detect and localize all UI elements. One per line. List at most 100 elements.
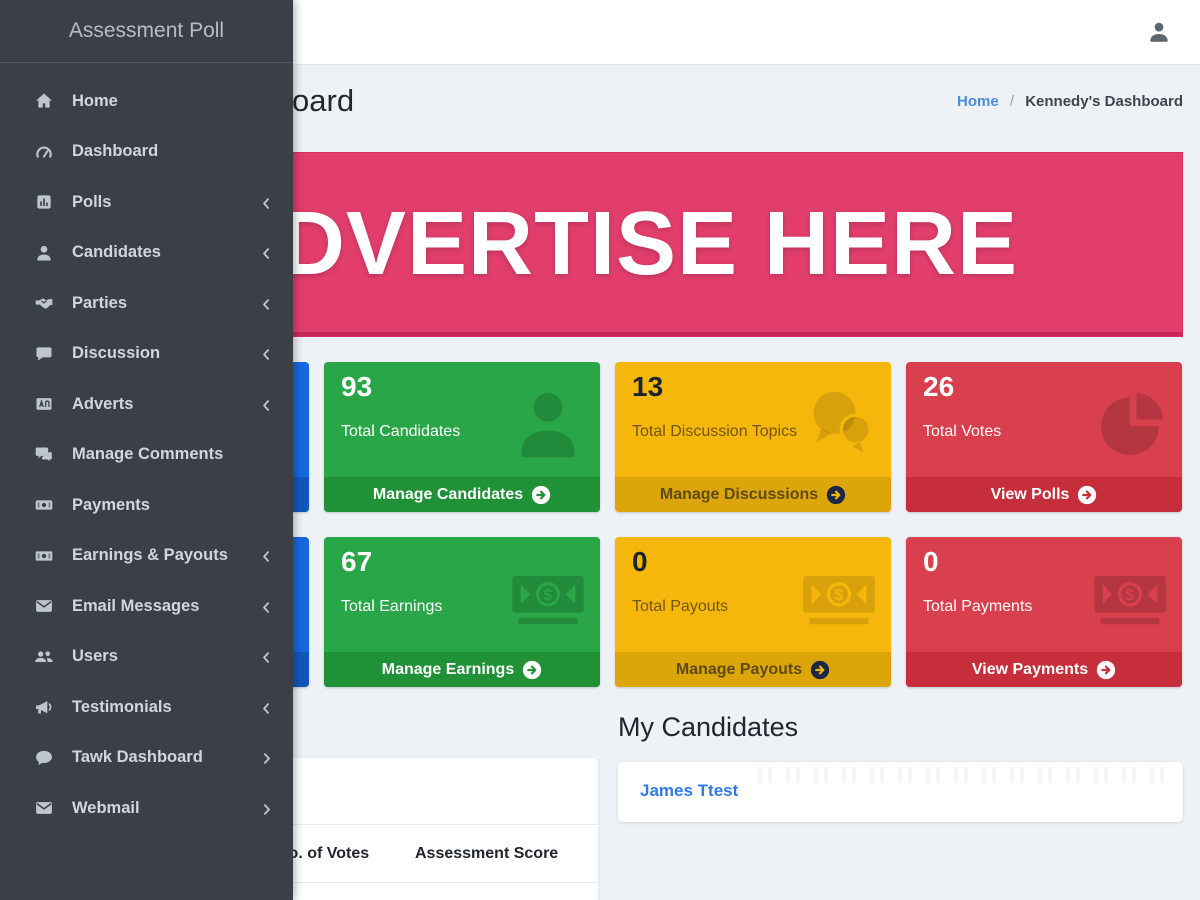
sidebar-item-label: Adverts (72, 394, 134, 413)
comments-icon (34, 445, 58, 465)
user-icon (34, 243, 58, 263)
sidebar-item-label: Parties (72, 293, 128, 312)
sidebar-item-label: Testimonials (72, 697, 172, 716)
sidebar-item-webmail[interactable]: Webmail (0, 783, 293, 834)
sidebar-menu: Home Dashboard Polls Candidates Parties … (0, 63, 293, 834)
chevron-left-icon (260, 347, 273, 361)
stat-card-total-payments[interactable]: 0 Total Payments $ View Payments (906, 537, 1182, 687)
stat-value: 0 (632, 546, 648, 577)
stat-action-label: Manage Discussions (659, 485, 819, 503)
envelope-icon (34, 798, 58, 818)
advert-banner-text: ADVERTISE HERE (213, 194, 1019, 294)
brand-link[interactable]: Assessment Poll (0, 0, 293, 63)
chevron-left-icon (260, 701, 273, 714)
sidebar-item-label: Payments (72, 495, 150, 514)
sidebar-item-dashboard[interactable]: Dashboard (0, 127, 293, 178)
dashed-decoration (758, 767, 1171, 783)
stat-card-total-votes[interactable]: 26 Total Votes View Polls (906, 362, 1182, 512)
stat-value: 26 (923, 371, 955, 402)
stat-card-total-candidates[interactable]: 93 Total Candidates Manage Candidates (324, 362, 600, 512)
stat-label: Total Candidates (341, 423, 461, 440)
breadcrumb: Home / Kennedy's Dashboard (957, 93, 1183, 110)
stat-action-label: View Polls (990, 485, 1070, 503)
sidebar: Assessment Poll Home Dashboard Polls Can… (0, 0, 293, 900)
sidebar-item-payments[interactable]: Payments (0, 480, 293, 531)
view-polls-link[interactable]: View Polls (906, 477, 1182, 512)
money-icon: $ (1094, 575, 1166, 625)
home-icon (34, 91, 58, 111)
sidebar-item-discussion[interactable]: Discussion (0, 329, 293, 380)
arrow-circle-right-icon (523, 660, 542, 679)
sidebar-item-label: Polls (72, 192, 112, 211)
sidebar-item-earnings-payouts[interactable]: Earnings & Payouts (0, 531, 293, 582)
my-candidates-card: James Ttest (618, 762, 1183, 822)
my-candidates-title: My Candidates (618, 712, 799, 742)
manage-payouts-link[interactable]: Manage Payouts (615, 652, 891, 687)
handshake-icon (34, 293, 58, 313)
sidebar-item-home[interactable]: Home (0, 76, 293, 127)
envelope-icon (34, 596, 58, 616)
person-icon (521, 392, 575, 458)
sidebar-item-label: Email Messages (72, 596, 200, 615)
arrow-circle-right-icon (1096, 660, 1116, 679)
svg-text:$: $ (834, 587, 843, 604)
sidebar-item-label: Manage Comments (72, 445, 224, 464)
sidebar-item-label: Home (72, 91, 118, 110)
sidebar-item-label: Webmail (72, 798, 140, 817)
poll-icon (34, 192, 58, 212)
sidebar-item-label: Earnings & Payouts (72, 546, 228, 565)
users-icon (34, 647, 58, 667)
stat-action-label: Manage Earnings (381, 660, 515, 678)
chevron-left-icon (260, 600, 273, 613)
manage-earnings-link[interactable]: Manage Earnings (324, 652, 600, 687)
stat-label: Total Discussion Topics (632, 423, 798, 440)
comment-icon (34, 344, 58, 364)
chat-icon (813, 391, 872, 453)
stat-action-label: Manage Candidates (372, 485, 524, 503)
stat-value: 13 (632, 371, 664, 402)
sidebar-item-adverts[interactable]: Adverts (0, 379, 293, 430)
arrow-circle-right-icon (826, 485, 846, 504)
manage-discussions-link[interactable]: Manage Discussions (615, 477, 891, 512)
chevron-right-icon (260, 802, 273, 815)
sidebar-item-manage-comments[interactable]: Manage Comments (0, 430, 293, 481)
stat-card-total-earnings[interactable]: 67 Total Earnings $ Manage Earnings (324, 537, 600, 687)
money-icon: $ (803, 575, 875, 625)
view-payments-link[interactable]: View Payments (906, 652, 1182, 687)
arrow-circle-right-icon (810, 660, 830, 679)
sidebar-item-label: Dashboard (72, 142, 159, 161)
stat-card-total-payouts[interactable]: 0 Total Payouts $ Manage Payouts (615, 537, 891, 687)
sidebar-item-label: Users (72, 647, 118, 666)
sidebar-item-parties[interactable]: Parties (0, 278, 293, 329)
breadcrumb-home-link[interactable]: Home (957, 93, 999, 110)
sidebar-item-polls[interactable]: Polls (0, 177, 293, 228)
column-header-assessment-score: Assessment Score (415, 845, 559, 862)
sidebar-item-email-messages[interactable]: Email Messages (0, 581, 293, 632)
comment-icon (34, 748, 58, 768)
stat-card-total-discussion-topics[interactable]: 13 Total Discussion Topics Manage Discus… (615, 362, 891, 512)
money-icon (34, 495, 58, 515)
sidebar-item-label: Candidates (72, 243, 161, 262)
stat-label: Total Payouts (632, 598, 729, 615)
candidate-link-james-ttest[interactable]: James Ttest (640, 781, 738, 801)
money-icon (34, 546, 58, 566)
arrow-circle-right-icon (1078, 485, 1097, 504)
stat-label: Total Payments (923, 598, 1033, 615)
sidebar-item-tawk-dashboard[interactable]: Tawk Dashboard (0, 733, 293, 784)
sidebar-item-testimonials[interactable]: Testimonials (0, 682, 293, 733)
chevron-left-icon (260, 650, 273, 664)
sidebar-item-candidates[interactable]: Candidates (0, 228, 293, 279)
chevron-right-icon (260, 751, 273, 765)
stat-action-label: Manage Payouts (675, 660, 803, 678)
manage-candidates-link[interactable]: Manage Candidates (324, 477, 600, 512)
sidebar-item-label: Tawk Dashboard (72, 748, 203, 767)
bullhorn-icon (34, 697, 58, 717)
sidebar-item-label: Discussion (72, 344, 161, 363)
stat-label: Total Earnings (341, 598, 443, 615)
chevron-left-icon (260, 196, 273, 209)
stat-value: 0 (923, 546, 939, 577)
svg-text:$: $ (1125, 587, 1134, 604)
sidebar-item-users[interactable]: Users (0, 632, 293, 683)
svg-text:$: $ (543, 587, 552, 604)
user-menu-icon[interactable] (1146, 19, 1172, 45)
